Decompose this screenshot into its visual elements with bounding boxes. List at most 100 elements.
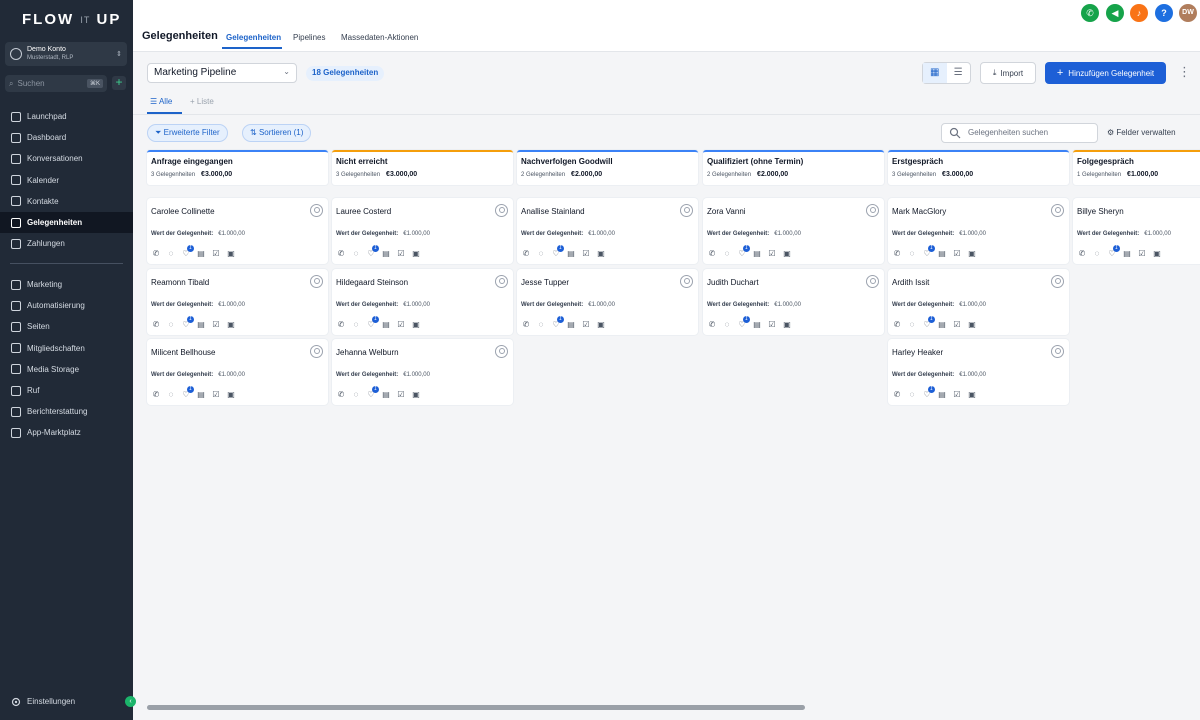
calendar-icon[interactable]: ▣ xyxy=(411,249,421,259)
tab-massedaten-aktionen[interactable]: Massedaten-Aktionen xyxy=(341,33,418,42)
checkbox-icon[interactable]: ☑ xyxy=(581,249,591,259)
document-icon[interactable]: ▤ xyxy=(381,390,391,400)
opportunity-card[interactable]: Hildegaard Steinson Wert der Gelegenheit:… xyxy=(332,268,513,335)
sidebar-item-zahlungen[interactable]: Zahlungen xyxy=(0,233,133,254)
calendar-icon[interactable]: ▣ xyxy=(1152,249,1162,259)
opportunity-name[interactable]: Billye Sheryn xyxy=(1077,207,1124,216)
opportunity-name[interactable]: Lauree Costerd xyxy=(336,207,391,216)
assign-user-icon[interactable] xyxy=(310,204,323,217)
tag-icon[interactable]: ♡ 1 xyxy=(181,245,194,259)
sidebar-item-seiten[interactable]: Seiten xyxy=(0,316,133,337)
sidebar-item-berichterstattung[interactable]: Berichterstattung xyxy=(0,401,133,422)
assign-user-icon[interactable] xyxy=(680,204,693,217)
checkbox-icon[interactable]: ☑ xyxy=(952,320,962,330)
sidebar-item-gelegenheiten[interactable]: Gelegenheiten xyxy=(0,212,133,233)
calendar-icon[interactable]: ▣ xyxy=(226,320,236,330)
chat-icon[interactable]: ◌ xyxy=(722,320,732,330)
sidebar-search[interactable]: ⌕ Suchen ⌘K xyxy=(5,75,107,92)
phone-icon[interactable]: ✆ xyxy=(151,249,161,259)
opportunity-name[interactable]: Jesse Tupper xyxy=(521,278,569,287)
checkbox-icon[interactable]: ☑ xyxy=(581,320,591,330)
opportunity-name[interactable]: Mark MacGlory xyxy=(892,207,946,216)
document-icon[interactable]: ▤ xyxy=(381,320,391,330)
opportunity-card[interactable]: Judith Duchart Wert der Gelegenheit: €1.00… xyxy=(703,268,884,335)
tag-icon[interactable]: ♡ 1 xyxy=(922,245,935,259)
document-icon[interactable]: ▤ xyxy=(196,249,206,259)
assign-user-icon[interactable] xyxy=(1051,204,1064,217)
assign-user-icon[interactable] xyxy=(495,204,508,217)
sidebar-item-konversationen[interactable]: Konversationen xyxy=(0,148,133,169)
opportunity-name[interactable]: Ardith Issit xyxy=(892,278,929,287)
sidebar-item-mitgliedschaften[interactable]: Mitgliedschaften xyxy=(0,338,133,359)
assign-user-icon[interactable] xyxy=(1051,345,1064,358)
opportunity-name[interactable]: Harley Heaker xyxy=(892,348,943,357)
assign-user-icon[interactable] xyxy=(680,274,693,288)
advanced-filter-button[interactable]: ⏷ Erweiterte Filter xyxy=(147,124,228,142)
view-tab-add-list[interactable]: + Liste xyxy=(190,97,214,106)
checkbox-icon[interactable]: ☑ xyxy=(396,320,406,330)
opportunity-name[interactable]: Jehanna Welburn xyxy=(336,348,399,357)
document-icon[interactable]: ▤ xyxy=(196,320,206,330)
sidebar-item-media-storage[interactable]: Media Storage xyxy=(0,359,133,380)
sidebar-item-launchpad[interactable]: Launchpad xyxy=(0,106,133,127)
chat-icon[interactable]: ◌ xyxy=(351,390,361,400)
calendar-icon[interactable]: ▣ xyxy=(596,249,606,259)
opportunity-card[interactable]: Lauree Costerd Wert der Gelegenheit: €1.00… xyxy=(332,198,513,264)
calendar-icon[interactable]: ▣ xyxy=(596,320,606,330)
calendar-icon[interactable]: ▣ xyxy=(967,390,977,400)
opportunity-card[interactable]: Reamonn Tibald Wert der Gelegenheit: €1.00… xyxy=(147,268,328,335)
document-icon[interactable]: ▤ xyxy=(752,320,762,330)
opportunity-card[interactable]: Jesse Tupper Wert der Gelegenheit: €1.000,… xyxy=(517,268,698,335)
chat-icon[interactable]: ◌ xyxy=(351,249,361,259)
opportunity-search-input[interactable]: Gelegenheiten suchen xyxy=(941,123,1098,143)
tag-icon[interactable]: ♡ 1 xyxy=(366,315,379,330)
tag-icon[interactable]: ♡ 1 xyxy=(922,315,935,330)
account-switcher[interactable]: Demo Konto Musterstadt, RLP ⇕ xyxy=(5,42,127,66)
chat-icon[interactable]: ◌ xyxy=(166,249,176,259)
chat-icon[interactable]: ◌ xyxy=(907,320,917,330)
calendar-icon[interactable]: ▣ xyxy=(411,320,421,330)
checkbox-icon[interactable]: ☑ xyxy=(211,320,221,330)
add-opportunity-button[interactable]: + Hinzufügen Gelegenheit xyxy=(1045,62,1166,84)
calendar-icon[interactable]: ▣ xyxy=(226,249,236,259)
opportunity-card[interactable]: Zora Vanni Wert der Gelegenheit: €1.000,00… xyxy=(703,198,884,264)
phone-icon[interactable]: ✆ xyxy=(336,249,346,259)
opportunity-card[interactable]: Ardith Issit Wert der Gelegenheit: €1.000,… xyxy=(888,268,1069,335)
checkbox-icon[interactable]: ☑ xyxy=(211,390,221,400)
sidebar-item-app-marktplatz[interactable]: App-Marktplatz xyxy=(0,422,133,443)
quick-add-button[interactable]: + xyxy=(112,76,126,90)
assign-user-icon[interactable] xyxy=(495,274,508,288)
phone-icon[interactable]: ✆ xyxy=(151,390,161,400)
phone-icon[interactable]: ✆ xyxy=(1077,249,1087,259)
sidebar-item-automatisierung[interactable]: Automatisierung xyxy=(0,295,133,316)
document-icon[interactable]: ▤ xyxy=(566,320,576,330)
phone-icon[interactable]: ✆ xyxy=(892,249,902,259)
checkbox-icon[interactable]: ☑ xyxy=(396,390,406,400)
document-icon[interactable]: ▤ xyxy=(937,249,947,259)
checkbox-icon[interactable]: ☑ xyxy=(952,249,962,259)
phone-icon[interactable]: ✆ xyxy=(336,320,346,330)
opportunity-card[interactable]: Milicent Bellhouse Wert der Gelegenheit: €… xyxy=(147,339,328,405)
chat-icon[interactable]: ◌ xyxy=(722,249,732,259)
checkbox-icon[interactable]: ☑ xyxy=(396,249,406,259)
calendar-icon[interactable]: ▣ xyxy=(967,320,977,330)
opportunity-name[interactable]: Judith Duchart xyxy=(707,278,759,287)
calendar-icon[interactable]: ▣ xyxy=(226,390,236,400)
tag-icon[interactable]: ♡ 1 xyxy=(181,386,194,400)
sidebar-item-settings[interactable]: Einstellungen xyxy=(0,691,133,712)
chat-icon[interactable]: ◌ xyxy=(351,320,361,330)
tag-icon[interactable]: ♡ 1 xyxy=(737,245,750,259)
opportunity-name[interactable]: Reamonn Tibald xyxy=(151,278,209,287)
collapse-sidebar-button[interactable]: ‹ xyxy=(125,696,136,707)
horizontal-scrollbar[interactable] xyxy=(147,705,805,710)
more-options-icon[interactable]: ⋮ xyxy=(1178,64,1191,80)
phone-icon[interactable]: ✆ xyxy=(892,320,902,330)
sidebar-item-dashboard[interactable]: Dashboard xyxy=(0,127,133,148)
grid-view-icon[interactable]: ▦ xyxy=(923,63,947,83)
import-button[interactable]: ⤓ Import xyxy=(980,62,1036,84)
chat-icon[interactable]: ◌ xyxy=(907,249,917,259)
tab-gelegenheiten[interactable]: Gelegenheiten xyxy=(226,33,281,42)
document-icon[interactable]: ▤ xyxy=(1122,249,1132,259)
list-view-icon[interactable]: ☰ xyxy=(947,63,971,83)
phone-icon[interactable]: ✆ xyxy=(892,390,902,400)
